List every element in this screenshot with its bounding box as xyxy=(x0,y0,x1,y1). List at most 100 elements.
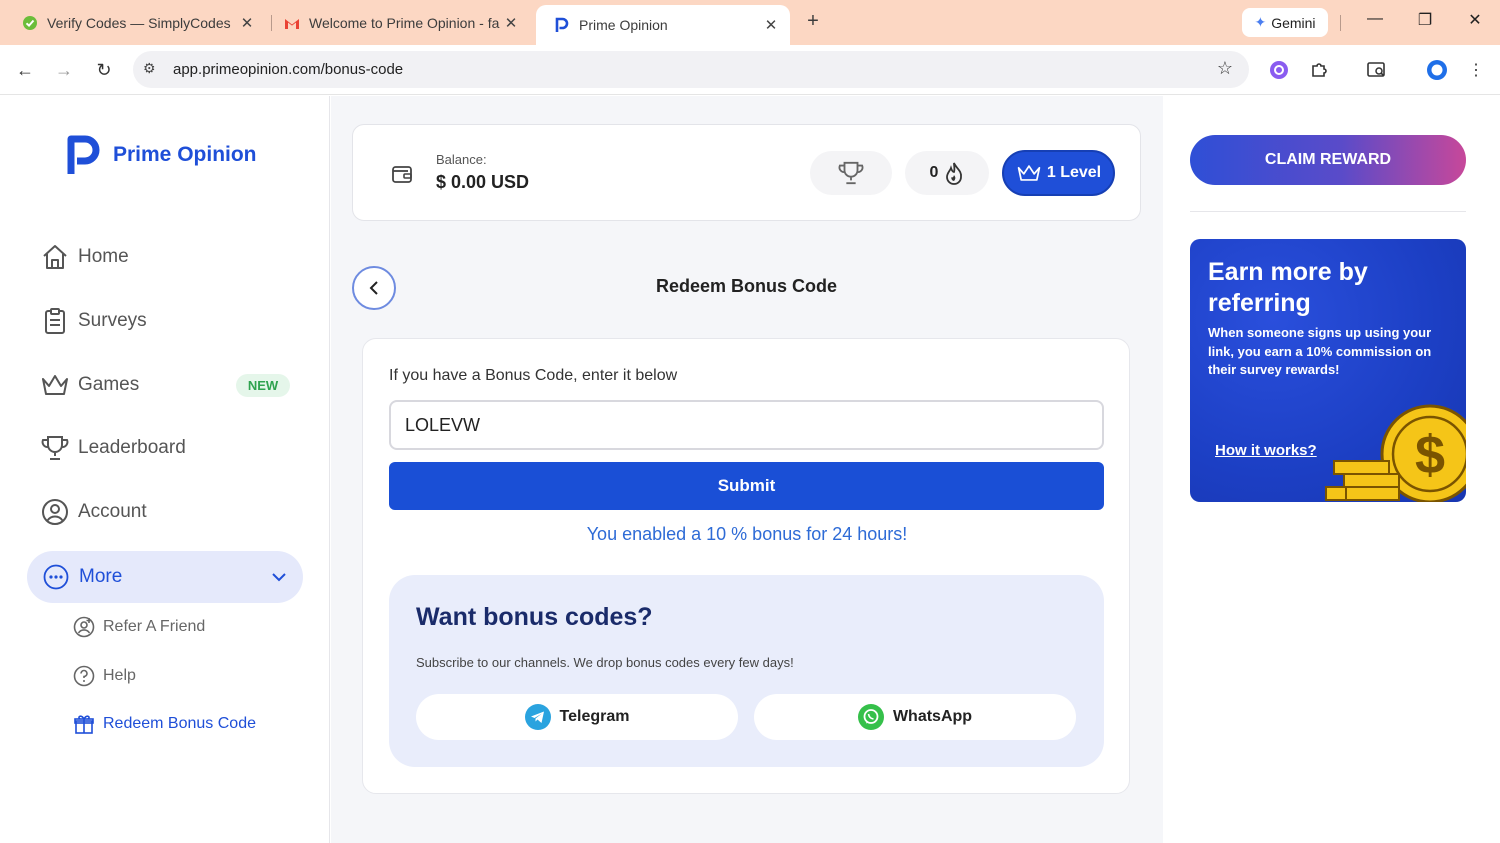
user-circle-icon xyxy=(40,497,70,527)
more-dots-icon xyxy=(43,564,69,590)
level-label: 1 Level xyxy=(1046,164,1102,181)
form-hint: If you have a Bonus Code, enter it below xyxy=(389,367,678,384)
whatsapp-icon xyxy=(857,704,884,730)
gemini-label: Gemini xyxy=(1271,14,1316,31)
balance-label: Balance: xyxy=(436,152,487,167)
forward-arrow-icon[interactable]: → xyxy=(52,58,76,82)
site-info-icon[interactable]: ⚙ xyxy=(143,60,156,77)
crown-icon xyxy=(1017,165,1041,181)
scrollbar[interactable] xyxy=(1486,96,1500,843)
tab-simplycodes[interactable]: Verify Codes — SimplyCodes ✕ xyxy=(4,7,266,39)
crown-icon xyxy=(40,370,70,400)
help-icon xyxy=(73,665,95,687)
promo-subtitle: Subscribe to our channels. We drop bonus… xyxy=(416,655,794,670)
sidebar-item-label: Leaderboard xyxy=(78,437,186,458)
tab-label: Verify Codes — SimplyCodes xyxy=(47,15,231,31)
svg-text:$: $ xyxy=(1415,425,1445,485)
tab-label: Welcome to Prime Opinion - fa xyxy=(309,15,500,31)
clipboard-icon xyxy=(40,306,70,336)
restore-button[interactable]: ❐ xyxy=(1410,10,1440,30)
back-arrow-icon[interactable]: ← xyxy=(13,58,37,82)
level-button[interactable]: 1 Level xyxy=(1002,150,1115,196)
gemini-icon: ✦ xyxy=(1254,14,1267,30)
chevron-down-icon xyxy=(272,573,286,582)
sidebar-subitem-redeem[interactable]: Redeem Bonus Code xyxy=(73,713,256,735)
tab-label: Prime Opinion xyxy=(579,17,668,33)
sidebar-item-surveys[interactable]: Surveys xyxy=(40,306,147,336)
sidebar-item-home[interactable]: Home xyxy=(40,242,129,272)
sidebar-subitem-help[interactable]: Help xyxy=(73,665,136,687)
close-icon[interactable]: ✕ xyxy=(502,14,520,32)
flame-icon xyxy=(946,162,963,185)
address-bar[interactable]: ⚙ app.primeopinion.com/bonus-code ☆ xyxy=(133,51,1249,88)
claim-reward-button[interactable]: CLAIM REWARD xyxy=(1190,135,1466,185)
leaderboard-button[interactable] xyxy=(810,151,892,195)
sidebar-item-account[interactable]: Account xyxy=(40,497,147,527)
extension-icon[interactable] xyxy=(1268,59,1290,81)
coins-illustration-icon: $ xyxy=(1325,404,1466,502)
sidebar-subitem-label: Refer A Friend xyxy=(103,618,206,635)
reload-icon[interactable]: ↻ xyxy=(92,58,116,82)
promo-title: Want bonus codes? xyxy=(416,603,653,631)
new-tab-button[interactable]: + xyxy=(802,10,824,34)
wallet-icon xyxy=(392,166,412,183)
referral-card[interactable]: Earn more by referring When someone sign… xyxy=(1190,239,1466,502)
telegram-button[interactable]: Telegram xyxy=(416,694,738,740)
whatsapp-label: WhatsApp xyxy=(892,708,973,725)
trophy-icon xyxy=(838,161,864,185)
close-icon[interactable]: ✕ xyxy=(762,16,780,34)
close-icon[interactable]: ✕ xyxy=(238,14,256,32)
url-text[interactable]: app.primeopinion.com/bonus-code xyxy=(173,61,403,78)
how-it-works-link[interactable]: How it works? xyxy=(1215,442,1317,459)
sidebar-subitem-label: Redeem Bonus Code xyxy=(103,715,256,732)
prime-opinion-icon xyxy=(554,17,570,33)
extensions-puzzle-icon[interactable] xyxy=(1308,59,1330,81)
sidebar-subitem-label: Help xyxy=(103,667,136,684)
bonus-code-card: If you have a Bonus Code, enter it below… xyxy=(362,338,1130,794)
trophy-icon xyxy=(40,433,70,463)
scrollbar-thumb[interactable] xyxy=(1490,96,1496,796)
gmail-icon xyxy=(284,15,300,31)
sidebar-item-label: Home xyxy=(78,246,129,267)
prime-opinion-logo-icon xyxy=(67,135,100,174)
streak-count: 0 xyxy=(929,164,939,181)
gemini-button[interactable]: ✦ Gemini xyxy=(1242,8,1328,37)
telegram-label: Telegram xyxy=(559,708,630,725)
bonus-code-input[interactable] xyxy=(389,400,1104,450)
success-message: You enabled a 10 % bonus for 24 hours! xyxy=(586,524,908,544)
profile-avatar-icon[interactable] xyxy=(1426,59,1448,81)
balance-value: $ 0.00 USD xyxy=(436,172,530,192)
sidebar-subitem-refer[interactable]: Refer A Friend xyxy=(73,616,205,638)
close-window-button[interactable]: ✕ xyxy=(1460,10,1490,30)
sidebar-item-label: Surveys xyxy=(78,310,147,331)
home-icon xyxy=(40,242,70,272)
sidebar-item-leaderboard[interactable]: Leaderboard xyxy=(40,433,186,463)
sidebar-item-label: Account xyxy=(78,501,147,522)
whatsapp-button[interactable]: WhatsApp xyxy=(754,694,1076,740)
balance-card: Balance: $ 0.00 USD 0 1 Level xyxy=(352,124,1141,221)
sidebar-item-more[interactable]: More xyxy=(27,551,303,603)
tab-separator xyxy=(1340,15,1341,31)
reading-mode-icon[interactable] xyxy=(1366,59,1388,81)
sidebar-item-games[interactable]: Games xyxy=(40,370,139,400)
tab-gmail[interactable]: Welcome to Prime Opinion - fa ✕ xyxy=(266,7,530,39)
minimize-button[interactable]: — xyxy=(1360,10,1390,28)
brand-logo[interactable]: Prime Opinion xyxy=(66,134,257,176)
sidebar: Prime Opinion Home Surveys Games NEW Lea… xyxy=(0,96,330,843)
referral-title: Earn more by referring xyxy=(1208,258,1368,317)
page-title: Redeem Bonus Code xyxy=(655,276,838,296)
gift-icon xyxy=(73,713,95,735)
telegram-icon xyxy=(524,704,551,730)
streak-button[interactable]: 0 xyxy=(905,151,989,195)
new-badge: NEW xyxy=(236,374,290,397)
menu-dots-icon[interactable]: ⋮ xyxy=(1465,59,1487,81)
sidebar-item-label: Games xyxy=(78,374,140,395)
bookmark-star-icon[interactable]: ☆ xyxy=(1217,58,1233,79)
browser-toolbar: ← → ↻ ⚙ app.primeopinion.com/bonus-code … xyxy=(0,45,1500,95)
browser-tabstrip: Verify Codes — SimplyCodes ✕ Welcome to … xyxy=(0,0,1500,45)
refer-icon xyxy=(73,616,95,638)
brand-name: Prime Opinion xyxy=(113,143,257,166)
referral-text: When someone signs up using your link, y… xyxy=(1208,325,1432,377)
tab-prime-opinion[interactable]: Prime Opinion ✕ xyxy=(536,5,790,45)
submit-button[interactable]: Submit xyxy=(389,462,1104,510)
